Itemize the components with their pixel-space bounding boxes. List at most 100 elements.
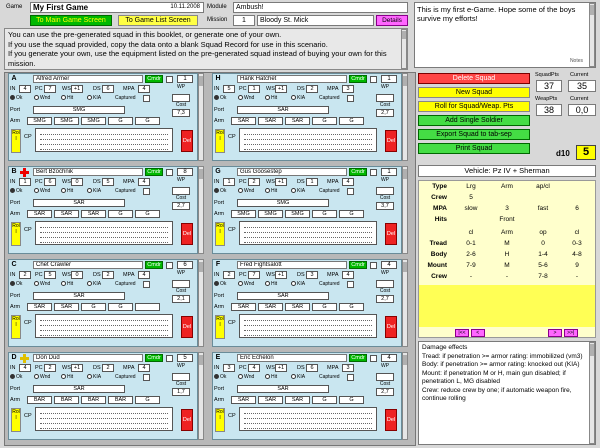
cost-value[interactable]: 3,7	[376, 202, 394, 210]
status-hit-radio[interactable]: Hit	[61, 281, 73, 288]
card-scrollbar[interactable]	[198, 259, 204, 347]
mission-number-field[interactable]: 1	[233, 15, 255, 26]
wp-value[interactable]	[376, 280, 394, 288]
cmdr-rank[interactable]: 1	[381, 75, 397, 83]
game-list-screen-button[interactable]: To Game List Screen	[118, 15, 198, 26]
prev-record-button[interactable]: <	[470, 329, 485, 337]
port-weapon-field[interactable]: SAR	[237, 106, 329, 114]
stat-in-value[interactable]: 1	[223, 178, 235, 186]
main-game-screen-button[interactable]: To Main Game Screen	[30, 15, 112, 26]
cp-notes-field[interactable]	[239, 314, 377, 338]
arm-slot[interactable]: BAR	[108, 396, 133, 404]
status-hit-radio[interactable]: Hit	[265, 281, 277, 288]
cost-value[interactable]: 1,7	[172, 388, 190, 396]
arm-slot[interactable]: SAR	[27, 210, 52, 218]
arm-slot[interactable]: BAR	[54, 396, 79, 404]
cmdr-checkbox[interactable]	[370, 169, 377, 176]
arm-slot[interactable]	[135, 303, 160, 311]
delete-soldier-button[interactable]: Del	[385, 223, 397, 245]
cmdr-rank[interactable]: 6	[177, 261, 193, 269]
card-scrollbar[interactable]	[402, 259, 408, 347]
wp-value[interactable]	[376, 373, 394, 381]
stat-in-value[interactable]: 4	[19, 364, 31, 372]
card-scrollbar[interactable]	[402, 73, 408, 161]
arm-slot[interactable]: SAR	[258, 117, 283, 125]
stat-pc-value[interactable]: 2	[248, 178, 260, 186]
status-hit-radio[interactable]: Hit	[265, 188, 277, 195]
scrollbar-thumb[interactable]	[403, 355, 407, 365]
arm-slot[interactable]: SAR	[231, 396, 256, 404]
roll-button[interactable]: Rol l	[11, 315, 21, 339]
port-weapon-field[interactable]: SAR	[237, 385, 329, 393]
instructions-scrollbar[interactable]	[401, 29, 407, 69]
stat-ws-value[interactable]: +1	[275, 364, 287, 372]
stat-pc-value[interactable]: 1	[248, 85, 260, 93]
cmdr-rank[interactable]: 1	[381, 168, 397, 176]
scrollbar-thumb[interactable]	[199, 355, 203, 365]
stat-ds-value[interactable]: 3	[306, 271, 318, 279]
scrollbar-thumb[interactable]	[199, 76, 203, 86]
cp-notes-field[interactable]	[239, 407, 377, 431]
status-kia-radio[interactable]: KIA	[87, 95, 101, 102]
stat-ds-value[interactable]: 2	[102, 364, 114, 372]
status-ok-radio[interactable]: Ok	[10, 374, 22, 381]
arm-slot[interactable]: SAR	[285, 396, 310, 404]
status-kia-radio[interactable]: KIA	[291, 188, 305, 195]
arm-slot[interactable]: SMG	[54, 117, 79, 125]
arm-slot[interactable]: SAR	[54, 303, 79, 311]
cost-value[interactable]: 2,7	[376, 388, 394, 396]
arm-slot[interactable]: SMG	[81, 117, 106, 125]
stat-ws-value[interactable]: 0	[71, 178, 83, 186]
cost-value[interactable]: 2,7	[376, 295, 394, 303]
cmdr-checkbox[interactable]	[166, 355, 173, 362]
captured-checkbox[interactable]	[143, 374, 150, 381]
cmdr-checkbox[interactable]	[370, 262, 377, 269]
stat-ds-value[interactable]: 6	[306, 364, 318, 372]
stat-pc-value[interactable]: 6	[44, 178, 56, 186]
notes-area[interactable]: This is my first e-Game. Hope some of th…	[414, 2, 596, 68]
wp-value[interactable]	[376, 94, 394, 102]
stat-ws-value[interactable]: +1	[275, 178, 287, 186]
cmdr-checkbox[interactable]	[370, 355, 377, 362]
arm-slot[interactable]: G	[135, 396, 160, 404]
stat-ws-value[interactable]: +1	[275, 85, 287, 93]
card-scrollbar[interactable]	[198, 352, 204, 440]
arm-slot[interactable]: SMG	[285, 210, 310, 218]
arm-slot[interactable]: G	[108, 117, 133, 125]
port-weapon-field[interactable]: SMG	[237, 199, 329, 207]
wp-value[interactable]	[172, 187, 190, 195]
damage-scrollbar[interactable]	[589, 342, 595, 444]
arm-slot[interactable]: SMG	[231, 210, 256, 218]
cost-value[interactable]: 2,1	[172, 295, 190, 303]
vehicle-select[interactable]: Vehicle: Pz IV + Sherman	[418, 165, 596, 177]
stat-ws-value[interactable]: 0	[71, 271, 83, 279]
status-ok-radio[interactable]: Ok	[10, 95, 22, 102]
cmdr-rank[interactable]: 5	[177, 354, 193, 362]
captured-checkbox[interactable]	[347, 374, 354, 381]
status-hit-radio[interactable]: Hit	[265, 95, 277, 102]
arm-slot[interactable]: G	[339, 117, 364, 125]
stat-pc-value[interactable]: 4	[248, 364, 260, 372]
status-hit-radio[interactable]: Hit	[265, 374, 277, 381]
arm-slot[interactable]: G	[312, 396, 337, 404]
arm-slot[interactable]: BAR	[27, 396, 52, 404]
soldier-name-field[interactable]: Alfred Armer	[33, 75, 143, 83]
arm-slot[interactable]: G	[135, 117, 160, 125]
wp-value[interactable]	[172, 94, 190, 102]
captured-checkbox[interactable]	[143, 281, 150, 288]
stat-ds-value[interactable]: 5	[102, 178, 114, 186]
mission-name-field[interactable]: Bloody St. Mick	[257, 15, 374, 26]
module-field[interactable]: Ambush!	[233, 2, 408, 13]
arm-slot[interactable]: G	[312, 303, 337, 311]
status-ok-radio[interactable]: Ok	[10, 188, 22, 195]
scrollbar-thumb[interactable]	[403, 262, 407, 272]
arm-slot[interactable]: G	[81, 303, 106, 311]
stat-mpa-value[interactable]: 3	[342, 85, 354, 93]
status-ok-radio[interactable]: Ok	[10, 281, 22, 288]
status-wnd-radio[interactable]: Wnd	[238, 374, 254, 381]
stat-mpa-value[interactable]: 4	[138, 85, 150, 93]
stat-in-value[interactable]: 4	[19, 85, 31, 93]
stat-ds-value[interactable]: 2	[102, 271, 114, 279]
stat-in-value[interactable]: 2	[19, 271, 31, 279]
soldier-name-field[interactable]: Hank Hatchet	[237, 75, 347, 83]
